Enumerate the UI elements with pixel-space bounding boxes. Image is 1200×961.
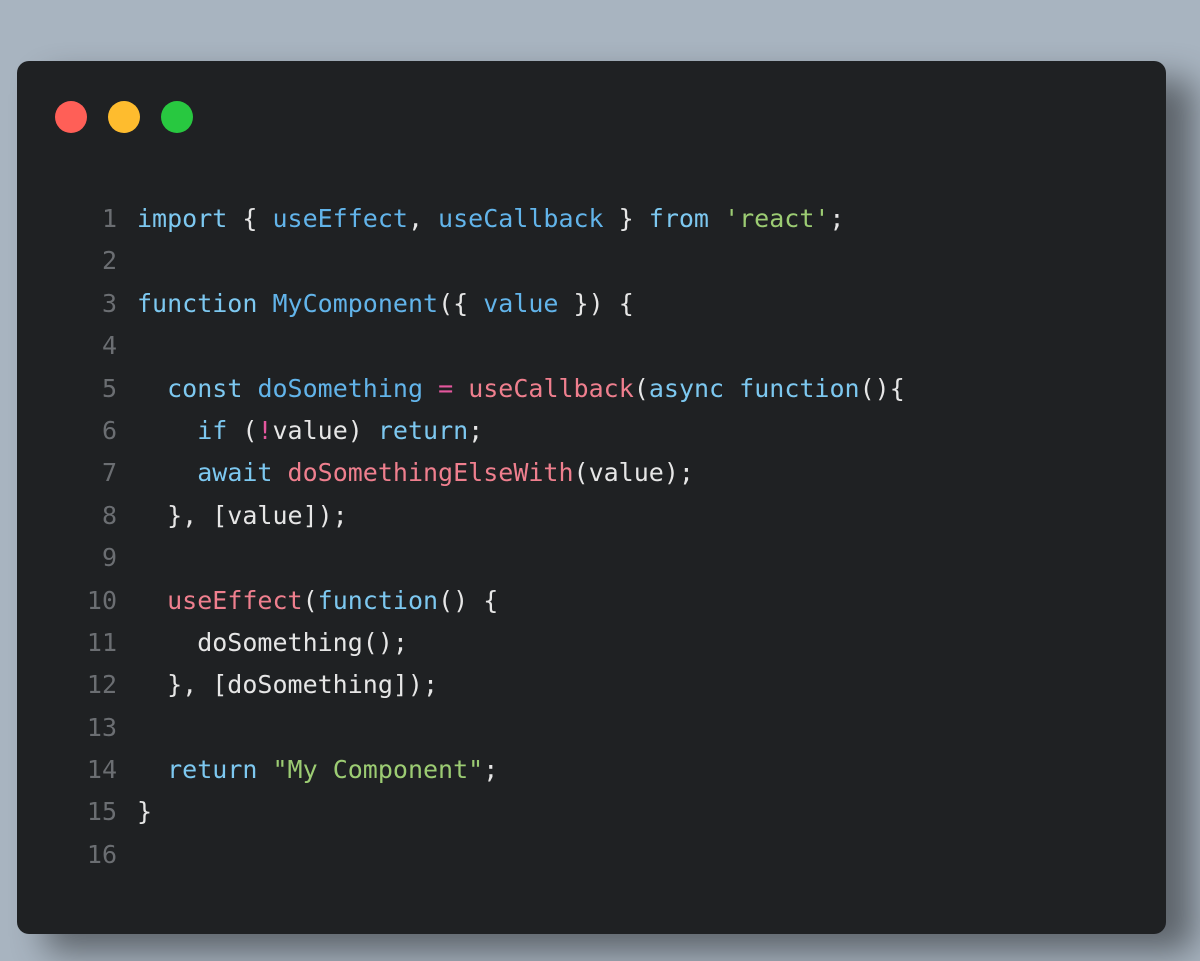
line-number: 6	[101, 415, 117, 445]
code-token: value)	[272, 415, 378, 445]
code-line: 13	[77, 707, 1146, 749]
code-token: "My Component"	[272, 755, 484, 785]
code-token: (	[633, 373, 649, 403]
minimize-icon[interactable]	[108, 101, 140, 133]
code-token: import	[137, 204, 228, 233]
code-token: ;	[468, 415, 484, 445]
code-token: (	[302, 585, 318, 615]
code-token: from	[648, 204, 709, 233]
code-token: doSomething();	[137, 627, 408, 657]
code-line: 16	[77, 834, 1146, 876]
code-token: (value);	[573, 458, 694, 488]
code-line: 4	[77, 325, 1146, 367]
code-token: () {	[438, 585, 499, 615]
code-line: 7 await doSomethingElseWith(value);	[77, 452, 1146, 494]
code-token: }	[137, 797, 153, 827]
code-token: ;	[483, 755, 499, 785]
code-line: 8 }, [value]);	[77, 495, 1146, 537]
code-token: (){	[859, 373, 905, 403]
code-token: if	[197, 415, 228, 445]
close-icon[interactable]	[55, 101, 87, 133]
code-line: 14 return "My Component";	[77, 749, 1146, 791]
line-number: 13	[86, 712, 117, 742]
line-number: 15	[86, 797, 117, 827]
code-token: }) {	[558, 288, 634, 318]
code-token: ;	[829, 204, 845, 233]
line-number: 3	[101, 288, 117, 318]
code-line: 10 useEffect(function() {	[77, 580, 1146, 622]
code-token: function	[137, 288, 258, 318]
window-controls	[55, 101, 193, 133]
code-token: const	[167, 373, 243, 403]
code-line: 2	[77, 240, 1146, 282]
code-token: useEffect	[167, 585, 303, 615]
line-number: 11	[86, 627, 117, 657]
code-token: useCallback	[468, 373, 634, 403]
line-number: 4	[101, 331, 117, 361]
code-token: (	[227, 415, 258, 445]
code-line: 1 import { useEffect, useCallback } from …	[77, 198, 1146, 240]
line-number: 5	[101, 373, 117, 403]
code-token: ({	[438, 288, 484, 318]
code-token: 'react'	[724, 204, 830, 233]
code-token: }	[603, 204, 649, 233]
line-number: 1	[101, 204, 117, 233]
code-token: }, [doSomething]);	[137, 670, 439, 700]
code-line: 9	[77, 537, 1146, 579]
line-number: 8	[101, 500, 117, 530]
line-number: 2	[101, 246, 117, 276]
code-line: 11 doSomething();	[77, 622, 1146, 664]
code-token: MyComponent	[272, 288, 439, 318]
code-token: doSomething	[257, 373, 424, 403]
line-number: 9	[101, 543, 117, 573]
code-token: =	[438, 373, 454, 403]
code-token: function	[317, 585, 439, 615]
code-token: function	[739, 373, 860, 403]
code-token: return	[377, 415, 469, 445]
code-token: !	[257, 415, 273, 445]
code-token: {	[227, 204, 273, 233]
code-token: doSomethingElseWith	[287, 458, 574, 488]
code-token: await	[197, 458, 273, 488]
code-line: 3 function MyComponent({ value }) {	[77, 283, 1146, 325]
code-line: 15}	[77, 791, 1146, 833]
code-token: useCallback	[438, 204, 604, 233]
line-number: 10	[86, 585, 117, 615]
code-token: async	[648, 373, 725, 403]
line-number: 12	[86, 670, 117, 700]
line-number: 14	[86, 755, 117, 785]
code-line: 5 const doSomething = useCallback(async …	[77, 368, 1146, 410]
zoom-icon[interactable]	[161, 101, 193, 133]
code-token: value	[483, 288, 559, 318]
code-token: }, [value]);	[137, 500, 348, 530]
line-number: 7	[101, 458, 117, 488]
line-number: 16	[86, 839, 117, 869]
code-line: 12 }, [doSomething]);	[77, 664, 1146, 706]
code-token: useEffect	[272, 204, 408, 233]
code-token: ,	[407, 204, 439, 233]
code-token: return	[167, 755, 258, 785]
code-line: 6 if (!value) return;	[77, 410, 1146, 452]
code-block: 1 import { useEffect, useCallback } from …	[77, 198, 1146, 876]
code-window: 1 import { useEffect, useCallback } from …	[17, 61, 1166, 934]
